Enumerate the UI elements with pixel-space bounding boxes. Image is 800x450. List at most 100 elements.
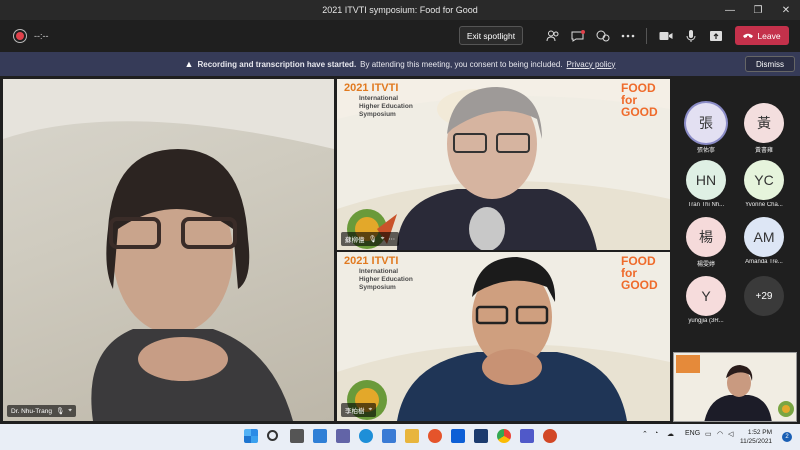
- window-controls: — ❐ ✕: [716, 0, 800, 20]
- minimize-button[interactable]: —: [716, 0, 744, 20]
- dismiss-button[interactable]: Dismiss: [745, 56, 795, 72]
- window-titlebar: 2021 ITVTI symposium: Food for Good — ❐ …: [0, 0, 800, 20]
- video-stage: Dr. Nhu-Trang 🎙 ⌖ 2021 ITVTI Internation…: [0, 76, 672, 424]
- self-view-tile[interactable]: [673, 352, 797, 422]
- recording-indicator-icon: [16, 32, 24, 40]
- slide-subtitle-line: Symposium: [359, 111, 396, 118]
- start-icon[interactable]: [244, 429, 258, 443]
- participant-avatar[interactable]: Y: [686, 276, 726, 316]
- mic-muted-icon: 🎙: [368, 236, 377, 243]
- slide-subtitle: International Higher Education Symposium: [359, 268, 413, 292]
- slide-title: 2021 ITVTI: [344, 82, 399, 94]
- privacy-policy-link[interactable]: Privacy policy: [567, 60, 616, 69]
- participant-avatar-name: 楊雯婷: [696, 262, 715, 268]
- food-for-good-logo: FOOD for GOOD: [621, 255, 658, 291]
- leave-label: Leave: [757, 30, 781, 41]
- participant-name: Dr. Nhu-Trang: [11, 407, 52, 415]
- logo-line: GOOD: [621, 278, 658, 292]
- avatar-initials: 黃: [757, 115, 771, 131]
- window-title: 2021 ITVTI symposium: Food for Good: [322, 5, 478, 15]
- exit-spotlight-button[interactable]: Exit spotlight: [459, 26, 523, 45]
- clock-time: 1:52 PM: [747, 429, 773, 436]
- edge-icon[interactable]: [359, 429, 373, 443]
- participant-avatar[interactable]: 張: [686, 103, 726, 143]
- video-tile-top[interactable]: 2021 ITVTI International Higher Educatio…: [337, 79, 670, 250]
- file-explorer-icon[interactable]: [405, 429, 419, 443]
- slide-subtitle-line: Higher Education: [359, 103, 413, 110]
- participant-avatar-name: Tran Thi Nh...: [687, 202, 725, 208]
- wifi-icon[interactable]: ◠: [717, 430, 723, 438]
- search-icon[interactable]: [267, 430, 278, 441]
- self-view-video: [674, 353, 796, 421]
- pin-icon: ⌖: [68, 407, 72, 414]
- share-icon[interactable]: [708, 28, 724, 44]
- avatar-initials: 張: [699, 115, 713, 131]
- banner-text: By attending this meeting, you consent t…: [360, 59, 563, 69]
- avatar-initials: 楊: [699, 229, 713, 245]
- participant-name-tag: 蘇柳億 🎙 ⌖ ⋯: [341, 232, 399, 246]
- store-icon[interactable]: [382, 429, 396, 443]
- meeting-timer: --:--: [34, 31, 49, 41]
- powerpoint-icon[interactable]: [543, 429, 557, 443]
- speaker-video: [3, 79, 334, 421]
- slide-subtitle-line: Symposium: [359, 284, 396, 291]
- participant-name: 李柏樹: [345, 408, 365, 415]
- participant-name-tag: Dr. Nhu-Trang 🎙 ⌖: [7, 405, 76, 417]
- teams-icon[interactable]: [520, 429, 534, 443]
- avatar-initials: AM: [753, 229, 775, 245]
- volume-icon[interactable]: ◁: [728, 430, 733, 438]
- windows-taskbar: ⌃ ◔ ☁ ENG ▭ ◠ ◁ 1:52 PM 11/25/2021 2: [0, 424, 800, 450]
- restore-button[interactable]: ❐: [744, 0, 772, 20]
- tray-app-icon[interactable]: ☁: [667, 430, 674, 438]
- pin-icon: ⌖: [380, 235, 385, 242]
- notification-badge[interactable]: 2: [782, 432, 792, 442]
- system-clock[interactable]: 1:52 PM 11/25/2021: [740, 428, 772, 446]
- more-participants-button[interactable]: +29: [744, 276, 784, 316]
- participant-avatar-name: 黃書雍: [754, 148, 773, 154]
- warning-icon: ▲: [184, 59, 194, 69]
- phone-icon: [743, 33, 754, 38]
- participant-name: 蘇柳億: [345, 237, 365, 244]
- avatar-initials: YC: [754, 172, 774, 188]
- video-tile-main[interactable]: Dr. Nhu-Trang 🎙 ⌖: [3, 79, 334, 421]
- participant-avatar-name: Yvonne Cha...: [745, 202, 783, 208]
- pin-icon: ⌖: [368, 406, 373, 413]
- firefox-icon[interactable]: [428, 429, 442, 443]
- chrome-icon[interactable]: [497, 429, 511, 443]
- food-for-good-logo: FOOD for GOOD: [621, 82, 658, 118]
- language-indicator[interactable]: ENG: [685, 430, 700, 437]
- app-icon[interactable]: [474, 429, 488, 443]
- participant-avatar[interactable]: HN: [686, 160, 726, 200]
- avatar-initials: HN: [695, 172, 717, 188]
- mic-muted-icon: 🎙: [55, 408, 65, 415]
- clock-date: 11/25/2021: [740, 438, 773, 445]
- reactions-icon[interactable]: [595, 28, 611, 44]
- display-icon[interactable]: ▭: [705, 430, 712, 438]
- participants-icon[interactable]: [545, 28, 561, 44]
- leave-button[interactable]: Leave: [735, 26, 789, 45]
- video-tile-bottom[interactable]: 2021 ITVTI International Higher Educatio…: [337, 252, 670, 421]
- mic-icon[interactable]: [683, 28, 699, 44]
- teams-chat-icon[interactable]: [336, 429, 350, 443]
- banner-title: Recording and transcription have started…: [197, 59, 357, 69]
- logo-line: GOOD: [621, 105, 658, 119]
- participant-avatar[interactable]: 楊: [686, 217, 726, 257]
- tray-chevron-icon[interactable]: ⌃: [642, 430, 648, 438]
- chat-icon[interactable]: [570, 28, 586, 44]
- more-options-icon[interactable]: ⋯: [388, 235, 395, 243]
- participant-avatar[interactable]: YC: [744, 160, 784, 200]
- task-view-icon[interactable]: [290, 429, 304, 443]
- widgets-icon[interactable]: [313, 429, 327, 443]
- tray-app-icon[interactable]: ◔: [654, 430, 658, 437]
- more-participants-count: +29: [755, 290, 773, 302]
- slide-title: 2021 ITVTI: [344, 255, 399, 267]
- participant-avatar-name: yungjia (3R...: [688, 318, 724, 324]
- participant-avatar[interactable]: 黃: [744, 103, 784, 143]
- participant-avatar[interactable]: AM: [744, 217, 784, 257]
- dropbox-icon[interactable]: [451, 429, 465, 443]
- close-button[interactable]: ✕: [772, 0, 800, 20]
- slide-subtitle: International Higher Education Symposium: [359, 95, 413, 119]
- camera-icon[interactable]: [658, 28, 674, 44]
- meeting-toolbar: --:-- Exit spotlight Leave: [0, 20, 800, 52]
- more-icon[interactable]: [620, 28, 636, 44]
